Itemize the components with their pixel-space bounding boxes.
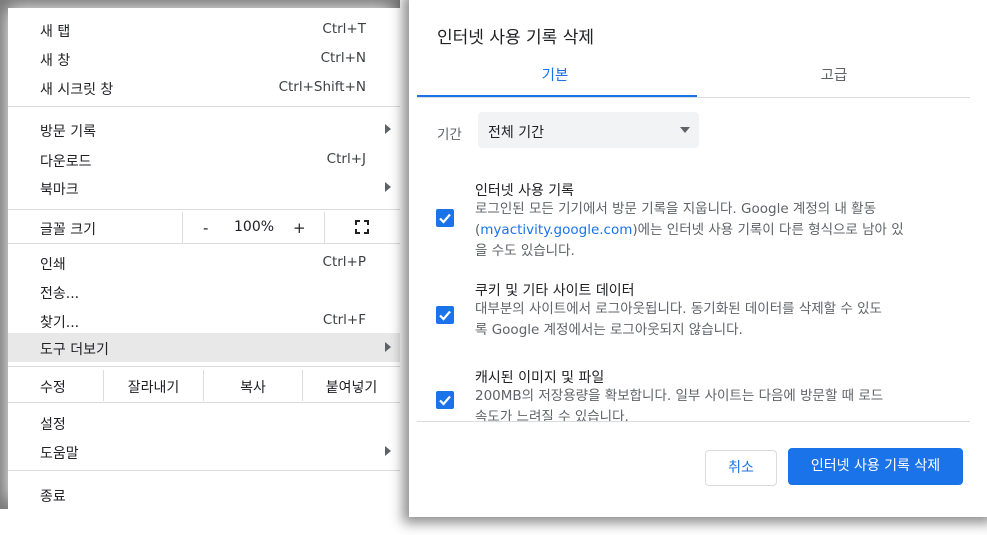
menu-divider [8, 470, 400, 471]
menu-item-label: 새 시크릿 창 [40, 82, 114, 98]
menu-item-label: 인쇄 [40, 257, 66, 273]
menu-item-exit[interactable]: 종료 [8, 480, 400, 509]
menu-item-label: 새 탭 [40, 24, 71, 40]
menu-item-help[interactable]: 도움말 [8, 437, 400, 466]
submenu-arrow-icon [385, 182, 391, 192]
menu-item-find[interactable]: 찾기... Ctrl+F [8, 306, 400, 335]
menu-divider [324, 212, 325, 243]
menu-item-label: 새 창 [40, 53, 71, 69]
fullscreen-icon[interactable] [355, 220, 369, 238]
description-line: 200MB의 저장용량을 확보합니다. 일부 사이트는 다음에 방문할 때 로드 [475, 388, 884, 404]
menu-item-label: 북마크 [40, 182, 79, 198]
paste-button[interactable]: 붙여넣기 [303, 377, 400, 397]
shortcut-text: Ctrl+N [320, 50, 366, 66]
menu-item-label: 도구 더보기 [40, 342, 109, 358]
menu-item-history[interactable]: 방문 기록 [8, 115, 400, 144]
menu-divider [8, 243, 400, 244]
checkmark-icon [439, 395, 451, 406]
menu-item-cast[interactable]: 전송... [8, 277, 400, 306]
submenu-arrow-icon [385, 446, 391, 456]
menu-item-label: 설정 [40, 417, 66, 433]
shortcut-text: Ctrl+Shift+N [278, 79, 366, 95]
shortcut-text: Ctrl+J [326, 151, 366, 167]
submenu-arrow-icon [385, 342, 391, 352]
description-line: 속도가 느려질 수 있습니다. [475, 409, 629, 421]
menu-item-label: 전송... [40, 286, 80, 302]
option-description: 200MB의 저장용량을 확보합니다. 일부 사이트는 다음에 방문할 때 로드… [475, 386, 945, 421]
chrome-menu: 새 탭 Ctrl+T 새 창 Ctrl+N 새 시크릿 창 Ctrl+Shift… [8, 8, 400, 509]
menu-edit-row: 수정 잘라내기 복사 붙여넣기 [8, 370, 400, 401]
menu-item-downloads[interactable]: 다운로드 Ctrl+J [8, 145, 400, 174]
cache-checkbox[interactable] [436, 391, 454, 409]
submenu-arrow-icon [385, 124, 391, 134]
edit-label: 수정 [40, 380, 66, 396]
shortcut-text: Ctrl+P [322, 254, 366, 270]
menu-item-label: 종료 [40, 489, 66, 505]
clear-browsing-data-dialog: 인터넷 사용 기록 삭제 기본 고급 기간 전체 기간 인터넷 사용 기록 로그… [417, 8, 970, 508]
menu-item-label: 방문 기록 [40, 124, 96, 140]
option-title: 캐시된 이미지 및 파일 [475, 370, 605, 386]
menu-item-label: 다운로드 [40, 154, 92, 170]
cut-button[interactable]: 잘라내기 [104, 377, 203, 397]
cancel-button[interactable]: 취소 [705, 450, 777, 486]
menu-item-new-window[interactable]: 새 창 Ctrl+N [8, 44, 400, 73]
menu-item-new-incognito[interactable]: 새 시크릿 창 Ctrl+Shift+N [8, 73, 400, 102]
copy-button[interactable]: 복사 [204, 377, 302, 397]
clear-browsing-data-panel: 인터넷 사용 기록 삭제 기본 고급 기간 전체 기간 인터넷 사용 기록 로그… [409, 0, 987, 517]
options-scroll-area[interactable]: 캐시된 이미지 및 파일 200MB의 저장용량을 확보합니다. 일부 사이트는… [417, 8, 970, 421]
menu-zoom-row: 글꼴 크기 - 100% + [8, 212, 400, 243]
menu-divider [8, 106, 400, 107]
zoom-level: 100% [234, 219, 275, 235]
chrome-menu-panel: 새 탭 Ctrl+T 새 창 Ctrl+N 새 시크릿 창 Ctrl+Shift… [0, 0, 400, 509]
shortcut-text: Ctrl+T [322, 21, 366, 37]
zoom-in-button[interactable]: + [293, 219, 306, 237]
zoom-out-button[interactable]: - [203, 219, 208, 237]
zoom-label: 글꼴 크기 [40, 222, 96, 238]
menu-divider [8, 209, 400, 210]
menu-item-label: 도움말 [40, 446, 79, 462]
menu-item-bookmarks[interactable]: 북마크 [8, 173, 400, 202]
menu-divider [8, 366, 400, 367]
menu-item-more-tools[interactable]: 도구 더보기 [8, 333, 400, 362]
menu-item-settings[interactable]: 설정 [8, 408, 400, 437]
footer-divider [417, 421, 970, 422]
clear-data-button[interactable]: 인터넷 사용 기록 삭제 [788, 448, 963, 485]
menu-divider [182, 212, 183, 243]
shortcut-text: Ctrl+F [322, 312, 366, 328]
menu-divider [8, 402, 400, 403]
menu-item-label: 찾기... [40, 315, 80, 331]
menu-item-new-tab[interactable]: 새 탭 Ctrl+T [8, 15, 400, 44]
menu-item-print[interactable]: 인쇄 Ctrl+P [8, 248, 400, 277]
